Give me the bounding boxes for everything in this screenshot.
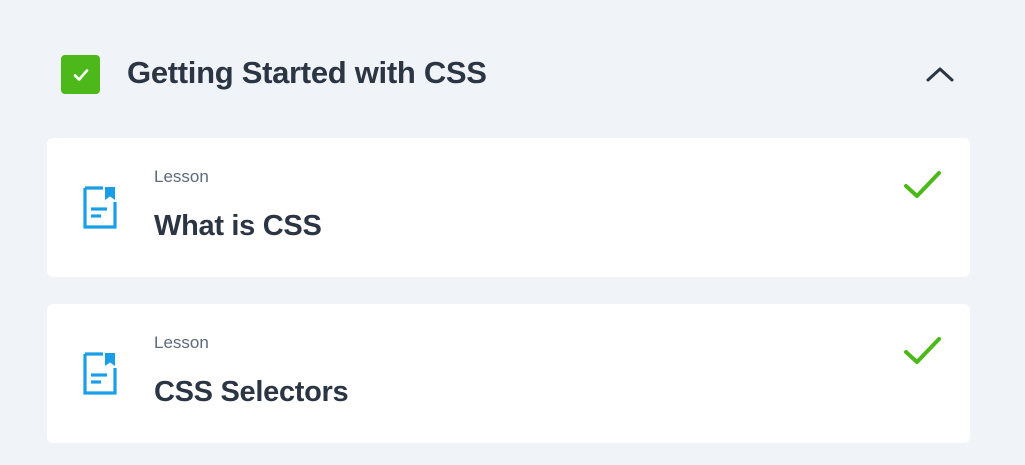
collapse-chevron-up-icon[interactable] [916, 54, 964, 94]
lesson-card-css-selectors[interactable]: Lesson CSS Selectors [47, 304, 970, 443]
section-complete-check-icon [61, 55, 100, 94]
lesson-type-label: Lesson [154, 167, 209, 186]
document-icon [81, 185, 119, 231]
lesson-title: CSS Selectors [154, 376, 349, 408]
document-icon [81, 351, 119, 397]
checkmark-icon [903, 168, 943, 202]
section-title: Getting Started with CSS [127, 55, 487, 90]
section-header[interactable]: Getting Started with CSS [0, 0, 1025, 140]
lesson-title: What is CSS [154, 210, 322, 242]
lesson-card-what-is-css[interactable]: Lesson What is CSS [47, 138, 970, 277]
lesson-type-label: Lesson [154, 333, 209, 352]
checkmark-icon [903, 334, 943, 368]
